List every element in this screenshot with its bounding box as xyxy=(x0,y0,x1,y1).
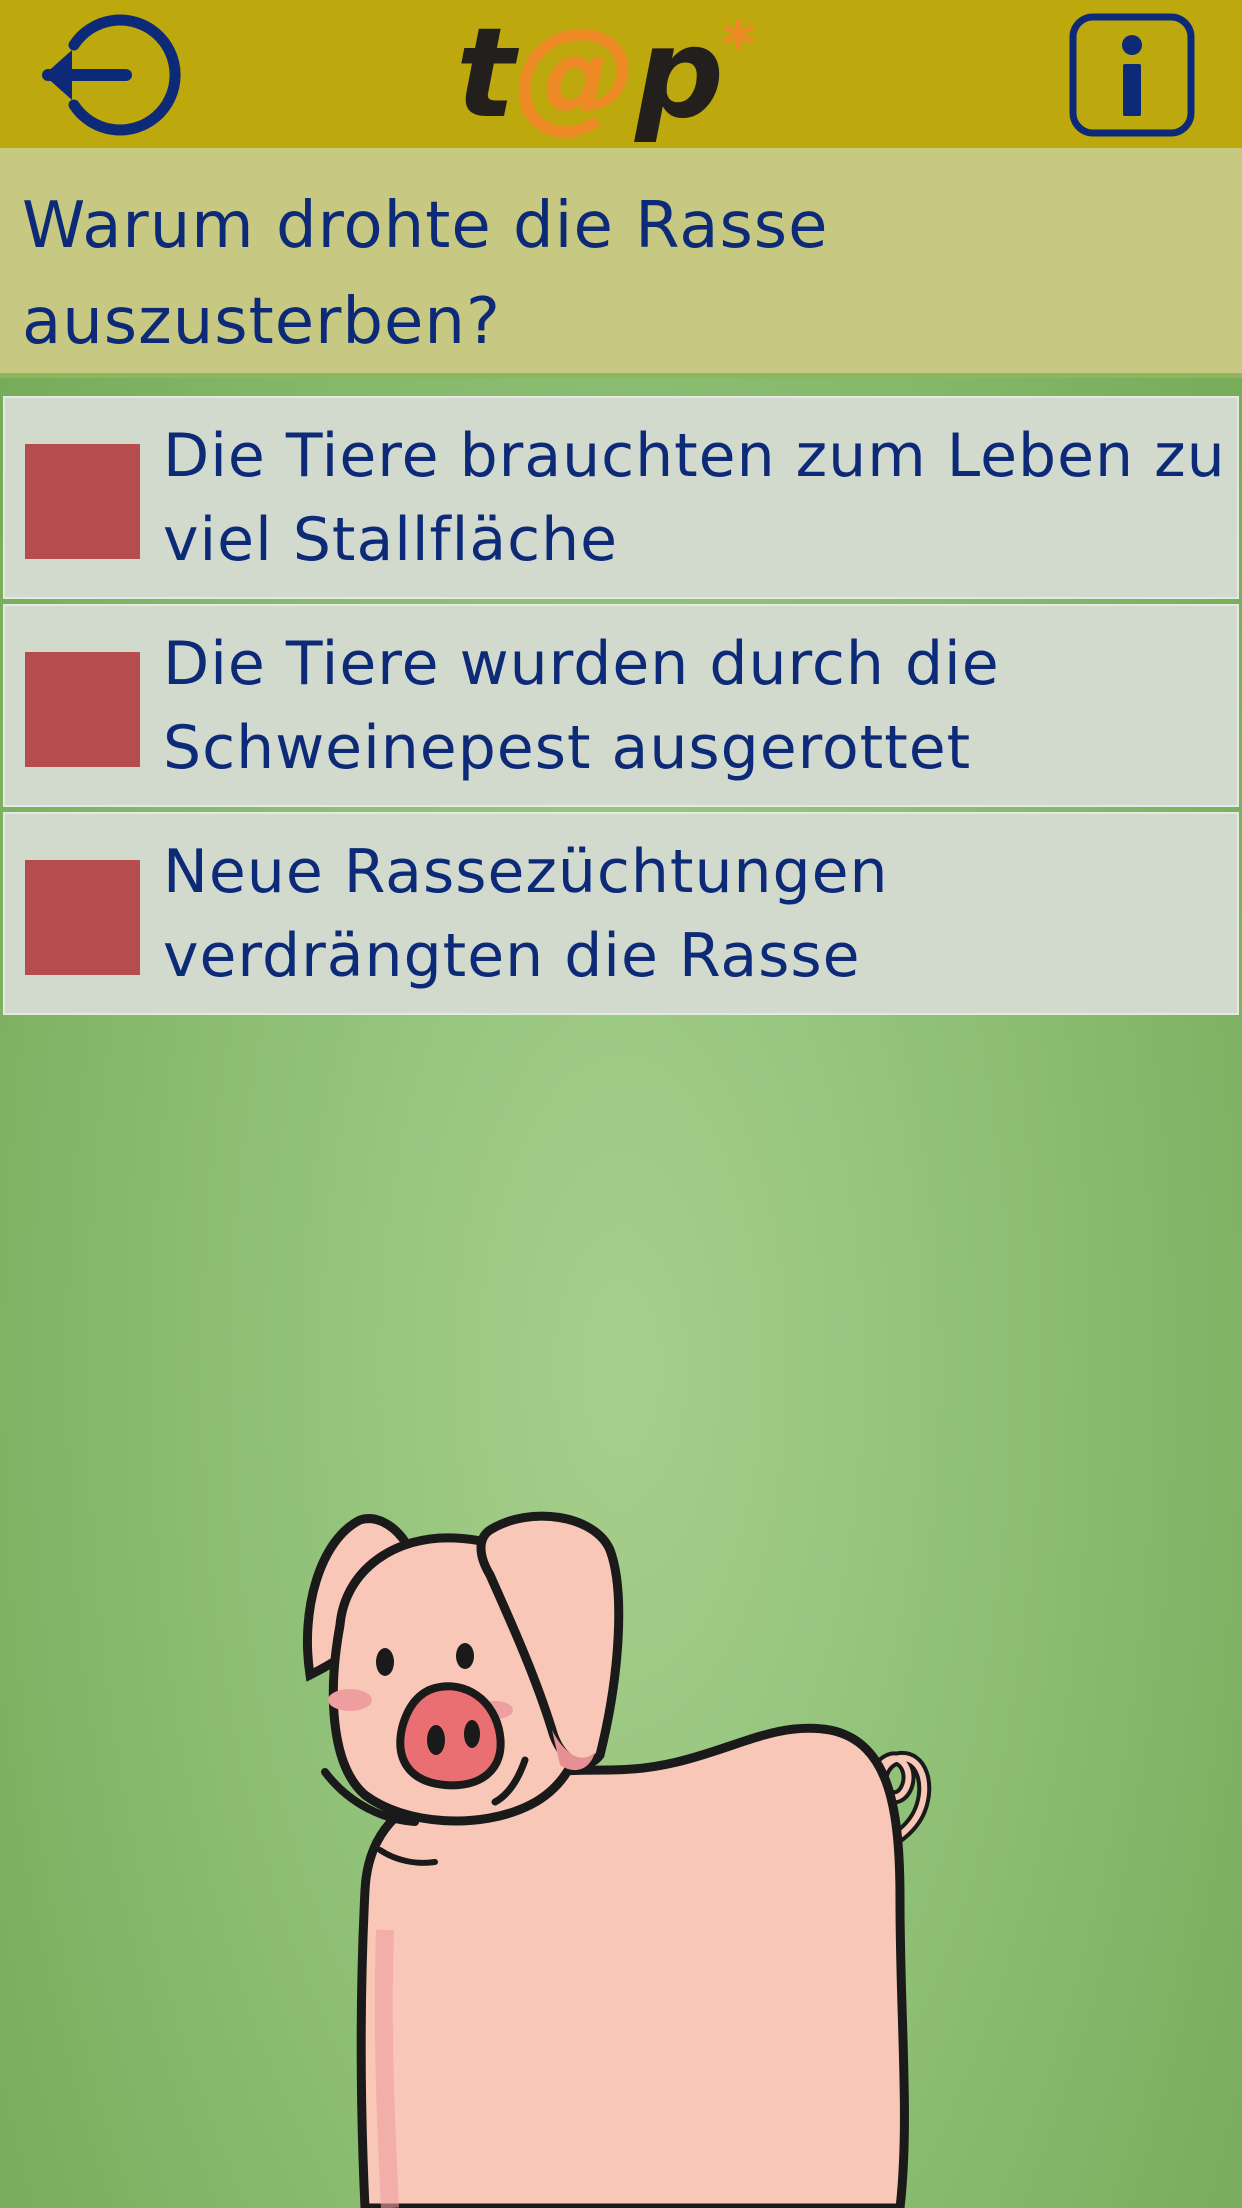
answer-checkbox[interactable] xyxy=(25,652,140,767)
answer-option-3[interactable]: Neue Rassezüchtungen verdrängten die Ras… xyxy=(3,812,1239,1015)
info-button[interactable] xyxy=(1068,12,1196,138)
info-icon xyxy=(1069,13,1195,137)
answer-label: Neue Rassezüchtungen verdrängten die Ras… xyxy=(163,837,889,991)
app-header: t@p* xyxy=(0,0,1242,148)
answer-label: Die Tiere brauchten zum Leben zu viel St… xyxy=(163,421,1226,575)
answer-checkbox[interactable] xyxy=(25,860,140,975)
answer-option-1[interactable]: Die Tiere brauchten zum Leben zu viel St… xyxy=(3,396,1239,599)
answer-checkbox[interactable] xyxy=(25,444,140,559)
answer-label: Die Tiere wurden durch die Schweinepest … xyxy=(163,629,1000,783)
question-panel: Warum drohte die Rasse auszusterben? xyxy=(0,148,1242,373)
logo-at-sign: @ xyxy=(513,2,637,146)
logo-letter-t: t xyxy=(456,2,515,146)
question-text: Warum drohte die Rasse auszusterben? xyxy=(22,189,829,359)
answer-option-2[interactable]: Die Tiere wurden durch die Schweinepest … xyxy=(3,604,1239,807)
logo-star: * xyxy=(722,9,755,83)
back-button[interactable] xyxy=(38,12,184,138)
back-arrow-icon xyxy=(42,14,181,136)
logo-letter-p: p xyxy=(635,2,724,146)
pig-illustration xyxy=(303,1511,932,2208)
app-logo: t@p* xyxy=(456,0,786,148)
